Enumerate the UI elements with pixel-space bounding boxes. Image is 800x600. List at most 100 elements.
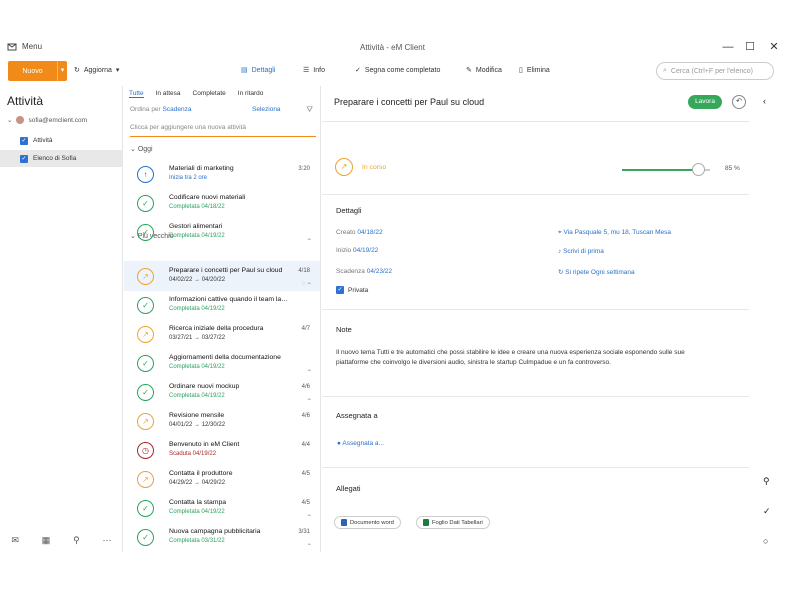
task-row[interactable]: ↗ Preparare i concetti per Paul su cloud… — [124, 261, 320, 291]
done-icon[interactable]: ✓ — [763, 506, 771, 517]
task-title: Gestori alimentari — [169, 223, 223, 230]
progress-handle[interactable] — [692, 163, 705, 176]
delete-button[interactable]: ▯ Elimina — [519, 66, 550, 75]
new-button[interactable]: Nuovo ▾ — [8, 61, 67, 81]
task-status-icon[interactable]: ✓ — [137, 297, 154, 314]
new-task-input[interactable]: Clicca per aggiungere una nuova attività — [130, 124, 316, 137]
calendar-icon[interactable]: ▦ — [42, 535, 51, 546]
task-row[interactable]: ✓ Ordinare nuovi mockup Completata 04/19… — [124, 377, 320, 407]
chevron-down-icon[interactable]: ⌄ — [7, 116, 12, 124]
start-field[interactable]: Inizio 04/19/22 — [336, 247, 378, 254]
task-meta: ⌁ — [307, 397, 311, 403]
attachment-spreadsheet[interactable]: Foglio Dati Tabellari — [416, 516, 490, 529]
chat-icon[interactable]: ○ — [763, 536, 768, 546]
task-meta: ◌ ⌁ — [302, 281, 311, 287]
task-subtitle: 04/29/22 → 04/29/22 — [169, 480, 226, 486]
more-icon[interactable]: ⋯ — [103, 535, 112, 546]
task-status-icon[interactable]: ✓ — [137, 224, 154, 241]
task-status-icon[interactable]: ✓ — [137, 500, 154, 517]
sort-value[interactable]: Scadenza — [163, 106, 192, 113]
task-status-icon[interactable]: ↗ — [137, 268, 154, 285]
minimize-icon[interactable]: — — [722, 41, 734, 53]
chevron-down-icon[interactable]: ▾ — [57, 61, 67, 81]
task-date: 4/4 — [301, 442, 310, 448]
assign-link[interactable]: ● Assegnata a... — [337, 440, 384, 447]
task-row[interactable]: ↗ Contatta il produttore 04/29/22 → 04/2… — [124, 464, 320, 494]
task-status-icon[interactable]: ↗ — [137, 413, 154, 430]
task-row[interactable]: ✓ Codificare nuovi materiali Completata … — [124, 188, 320, 218]
close-icon[interactable]: ✕ — [768, 41, 780, 53]
task-subtitle: Scaduta 04/19/22 — [169, 451, 217, 457]
account[interactable]: ⌄ sofia@emclient.com — [7, 116, 87, 124]
checkbox-icon[interactable]: ✓ — [20, 136, 28, 145]
work-button[interactable]: Lavora — [688, 95, 722, 109]
refresh-button[interactable]: ↻ Aggiorna ▾ — [74, 66, 119, 75]
task-row[interactable]: ◷ Benvenuto in eM Client Scaduta 04/19/2… — [124, 435, 320, 465]
task-row[interactable]: ✓ Informazioni cattive quando il team la… — [124, 290, 320, 320]
task-row[interactable]: ↑ Materiali di marketing Inizia tra 2 or… — [124, 159, 320, 189]
app-window: Menu Attività - eM Client — ☐ ✕ Nuovo ▾ … — [0, 34, 785, 552]
due-value[interactable]: 04/23/22 — [367, 268, 392, 275]
group-today-label: Oggi — [137, 146, 153, 153]
task-status-icon[interactable]: ↑ — [137, 166, 154, 183]
repeat-link[interactable]: ↻ Si ripete Ogni settimana — [558, 268, 635, 276]
new-button-label[interactable]: Nuovo — [8, 68, 57, 75]
maximize-icon[interactable]: ☐ — [744, 41, 756, 53]
sidebar-item-label: Attività — [33, 137, 53, 144]
task-status-icon[interactable]: ✓ — [137, 384, 154, 401]
attachment-word[interactable]: Documento word — [334, 516, 401, 529]
tab-completed[interactable]: Completate — [193, 90, 226, 98]
task-title: Ricerca iniziale della procedura — [169, 325, 264, 332]
collapse-icon[interactable]: ‹ — [763, 96, 766, 106]
tab-waiting[interactable]: In attesa — [156, 90, 181, 98]
reminder-link[interactable]: ♪ Scrivi di prima — [558, 248, 604, 255]
task-status-icon[interactable]: ↗ — [137, 471, 154, 488]
due-field[interactable]: Scadenza 04/23/22 — [336, 268, 392, 275]
private-checkbox[interactable]: ✓ Privata — [336, 286, 368, 294]
tab-all[interactable]: Tutte — [129, 90, 144, 98]
edit-button[interactable]: ✎ Modifica — [466, 66, 502, 75]
task-subtitle: Completata 04/19/22 — [169, 233, 225, 239]
task-row[interactable]: ✓ Aggiornamenti della documentazione Com… — [124, 348, 320, 378]
tab-overdue[interactable]: In ritardo — [238, 90, 264, 98]
select-link[interactable]: Seleziona — [252, 106, 281, 113]
task-row[interactable]: ✓ Nuova campagna pubblicitaria Completat… — [124, 522, 320, 552]
task-subtitle: Completata 04/19/22 — [169, 364, 225, 370]
sidebar-item-elenco[interactable]: ✓ Elenco di Sofia — [0, 150, 123, 167]
notes-text[interactable]: Il nuovo tema Tutti e tre automatici che… — [336, 348, 690, 368]
reply-icon[interactable]: ↶ — [732, 95, 746, 109]
task-row[interactable]: ✓ Contatta la stampa Completata 04/19/22… — [124, 493, 320, 523]
checkbox-icon[interactable]: ✓ — [336, 286, 344, 294]
task-status-icon[interactable]: ✓ — [137, 355, 154, 372]
mail-icon[interactable]: ✉ — [11, 535, 19, 546]
sidebar-item-attivita[interactable]: ✓ Attività — [0, 132, 123, 149]
contact-icon[interactable]: ⚲ — [763, 476, 770, 487]
refresh-icon: ↻ — [74, 67, 80, 74]
details-icon: ▤ — [241, 67, 248, 74]
account-email: sofia@emclient.com — [28, 116, 88, 124]
start-value[interactable]: 04/19/22 — [353, 247, 378, 254]
task-status-icon[interactable]: ✓ — [137, 195, 154, 212]
task-row[interactable]: ↗ Ricerca iniziale della procedura 03/27… — [124, 319, 320, 349]
checkbox-icon[interactable]: ✓ — [20, 154, 28, 163]
details-button[interactable]: ▤ Dettagli — [241, 66, 275, 75]
task-row[interactable]: ↗ Revisione mensile 04/01/22 → 12/30/22 … — [124, 406, 320, 436]
search-input[interactable]: ⌕ Cerca (Ctrl+F per l'elenco) — [656, 62, 774, 80]
task-status-icon[interactable]: ↗ — [137, 326, 154, 343]
info-button[interactable]: ☰ Info — [303, 66, 325, 75]
group-today: ⌄ Oggi — [130, 145, 153, 153]
location-link[interactable]: ⌖ Via Pasquale 5, mu 18, Tuscan Mesa — [558, 229, 671, 237]
contacts-icon[interactable]: ⚲ — [73, 535, 80, 546]
task-row[interactable]: ✓ Gestori alimentari Completata 04/19/22… — [124, 217, 320, 247]
assign-label: Assegnata a... — [342, 440, 384, 447]
mark-complete-button[interactable]: ✓ Segna come completato — [355, 66, 440, 75]
check-icon: ✓ — [355, 67, 361, 74]
task-status-icon[interactable]: ◷ — [137, 442, 154, 459]
divider — [322, 467, 749, 468]
progress-bar[interactable] — [622, 169, 700, 171]
task-meta: ⌁ — [307, 513, 311, 519]
task-subtitle: Completata 03/31/22 — [169, 538, 225, 544]
filter-icon[interactable]: ⛛ — [306, 105, 313, 115]
task-status-icon[interactable]: ✓ — [137, 529, 154, 546]
task-list-pane: Tutte In attesa Completate In ritardo Or… — [124, 86, 321, 552]
